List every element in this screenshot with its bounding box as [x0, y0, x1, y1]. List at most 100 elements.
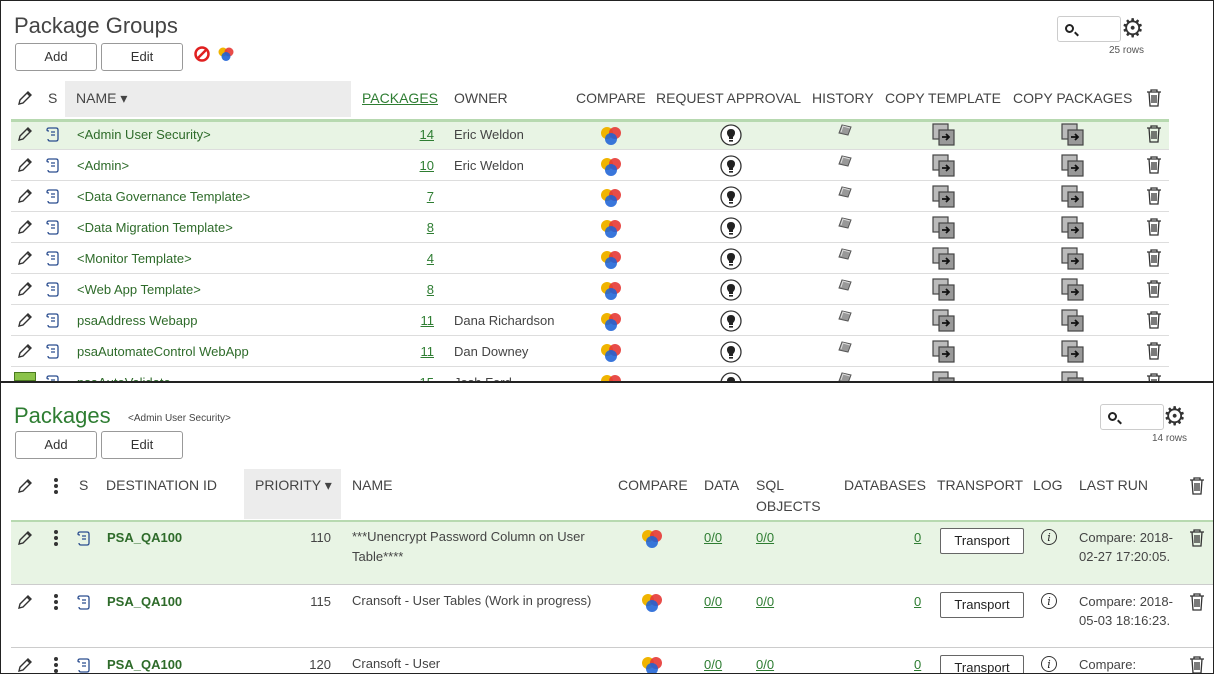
group-packages-count[interactable]: 4 — [404, 251, 434, 266]
gear-icon[interactable]: ⚙ — [1121, 15, 1144, 41]
trash-icon[interactable] — [1145, 88, 1163, 108]
trash-icon[interactable] — [1145, 217, 1163, 237]
copy-template-icon[interactable] — [932, 154, 956, 178]
col-priority-header[interactable]: PRIORITY ▾ — [255, 477, 332, 494]
package-sql-objects-link[interactable]: 0/0 — [756, 594, 774, 609]
trash-icon[interactable] — [1145, 279, 1163, 299]
copy-packages-icon[interactable] — [1061, 123, 1085, 147]
history-icon[interactable] — [837, 340, 853, 354]
no-entry-icon[interactable] — [194, 46, 210, 62]
copy-packages-icon[interactable] — [1061, 340, 1085, 364]
col-packages-header[interactable]: PACKAGES — [362, 90, 438, 106]
lightbulb-icon[interactable] — [720, 279, 742, 301]
lightbulb-icon[interactable] — [720, 310, 742, 332]
compare-icon[interactable] — [640, 655, 664, 673]
group-name-link[interactable]: <Data Migration Template> — [77, 220, 233, 235]
package-table-row[interactable]: PSA_QA100 120 Cransoft - User 0/0 0/0 0 Transp… — [11, 648, 1213, 673]
trash-icon[interactable] — [1145, 155, 1163, 175]
group-table-row[interactable]: <Data Migration Template> 8 — [11, 212, 1169, 243]
package-data-link[interactable]: 0/0 — [704, 594, 722, 609]
pencil-icon[interactable] — [16, 249, 34, 267]
group-name-link[interactable]: <Admin> — [77, 158, 129, 173]
compare-icon[interactable] — [599, 249, 623, 271]
vertical-dots-icon[interactable] — [53, 593, 59, 611]
transport-button[interactable]: Transport — [940, 592, 1024, 618]
group-name-link[interactable]: <Data Governance Template> — [77, 189, 250, 204]
package-databases-link[interactable]: 0 — [914, 594, 921, 609]
lightbulb-icon[interactable] — [720, 372, 742, 381]
col-s-header[interactable]: S — [48, 90, 57, 106]
history-icon[interactable] — [837, 278, 853, 292]
edit-group-button[interactable]: Edit — [101, 43, 183, 71]
trash-icon[interactable] — [1145, 248, 1163, 268]
copy-template-icon[interactable] — [932, 123, 956, 147]
destination-id-link[interactable]: PSA_QA100 — [107, 530, 182, 545]
copy-template-icon[interactable] — [932, 340, 956, 364]
script-icon[interactable] — [46, 312, 60, 328]
trash-icon[interactable] — [1145, 186, 1163, 206]
vertical-dots-icon[interactable] — [53, 529, 59, 547]
package-sql-objects-link[interactable]: 0/0 — [756, 657, 774, 672]
copy-packages-icon[interactable] — [1061, 185, 1085, 209]
pencil-icon[interactable] — [16, 311, 34, 329]
group-packages-count[interactable]: 11 — [404, 344, 435, 359]
pencil-icon[interactable] — [16, 125, 34, 143]
copy-packages-icon[interactable] — [1061, 309, 1085, 333]
trash-icon[interactable] — [1188, 528, 1206, 548]
copy-template-icon[interactable] — [932, 216, 956, 240]
history-icon[interactable] — [837, 309, 853, 323]
compare-icon[interactable] — [599, 156, 623, 178]
group-name-link[interactable]: <Admin User Security> — [77, 127, 211, 142]
compare-icon[interactable] — [599, 311, 623, 333]
package-databases-link[interactable]: 0 — [914, 530, 921, 545]
script-icon[interactable] — [46, 157, 60, 173]
copy-template-icon[interactable] — [932, 371, 956, 381]
history-icon[interactable] — [837, 371, 853, 381]
group-packages-count[interactable]: 8 — [404, 220, 434, 235]
history-icon[interactable] — [837, 185, 853, 199]
compare-icon[interactable] — [599, 125, 623, 147]
compare-icon[interactable] — [640, 592, 664, 614]
group-packages-count[interactable]: 8 — [404, 282, 434, 297]
trash-icon[interactable] — [1188, 655, 1206, 673]
group-packages-count[interactable]: 11 — [404, 313, 435, 328]
history-icon[interactable] — [837, 247, 853, 261]
copy-packages-icon[interactable] — [1061, 216, 1085, 240]
script-icon[interactable] — [77, 594, 91, 610]
history-icon[interactable] — [837, 216, 853, 230]
pencil-icon[interactable] — [16, 187, 34, 205]
script-icon[interactable] — [46, 343, 60, 359]
group-table-row[interactable]: psaAddress Webapp 11 Dana Richardson — [11, 305, 1169, 336]
pencil-icon[interactable] — [16, 218, 34, 236]
compare-icon[interactable] — [599, 187, 623, 209]
copy-template-icon[interactable] — [932, 309, 956, 333]
copy-template-icon[interactable] — [932, 185, 956, 209]
compare-icon[interactable] — [599, 342, 623, 364]
group-packages-count[interactable]: 10 — [404, 158, 434, 173]
trash-icon[interactable] — [1188, 476, 1206, 496]
trash-icon[interactable] — [1188, 592, 1206, 612]
lightbulb-icon[interactable] — [720, 248, 742, 270]
group-search-input[interactable] — [1057, 16, 1121, 42]
col-name-header[interactable]: NAME ▾ — [76, 90, 127, 107]
trash-icon[interactable] — [1145, 372, 1163, 381]
col-name-header[interactable]: NAME — [352, 477, 392, 493]
pencil-icon[interactable] — [16, 342, 34, 360]
copy-packages-icon[interactable] — [1061, 278, 1085, 302]
group-name-link[interactable]: <Monitor Template> — [77, 251, 192, 266]
vertical-dots-icon[interactable] — [53, 656, 59, 673]
group-packages-count[interactable]: 14 — [404, 127, 434, 142]
compare-icon[interactable] — [640, 528, 664, 550]
info-icon[interactable]: i — [1041, 593, 1057, 609]
copy-packages-icon[interactable] — [1061, 154, 1085, 178]
col-owner-header[interactable]: OWNER — [454, 90, 508, 106]
group-name-link[interactable]: <Web App Template> — [77, 282, 201, 297]
pencil-icon[interactable] — [16, 156, 34, 174]
script-icon[interactable] — [46, 219, 60, 235]
history-icon[interactable] — [837, 154, 853, 168]
copy-packages-icon[interactable] — [1061, 371, 1085, 381]
copy-template-icon[interactable] — [932, 247, 956, 271]
compare-icon[interactable] — [599, 373, 623, 381]
add-package-button[interactable]: Add — [15, 431, 97, 459]
destination-id-link[interactable]: PSA_QA100 — [107, 594, 182, 609]
